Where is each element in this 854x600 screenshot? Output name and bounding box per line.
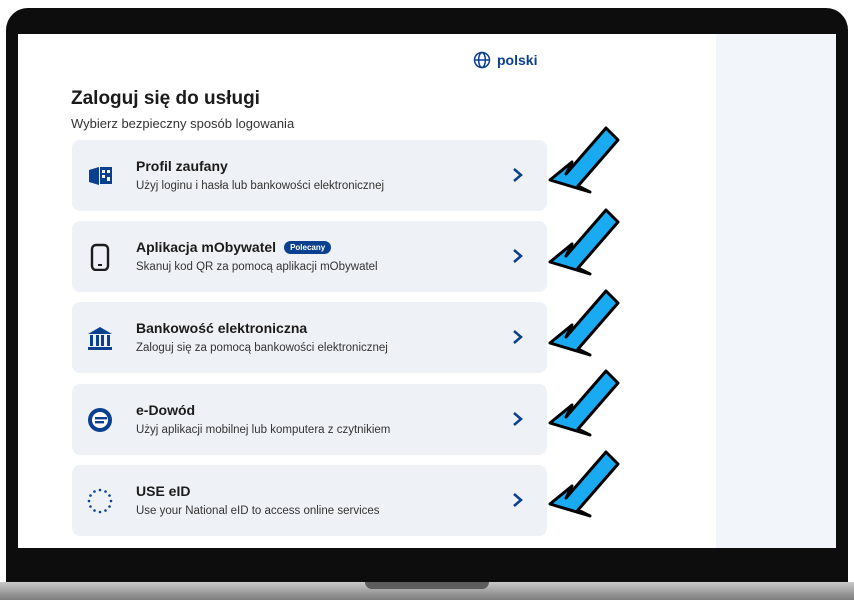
option-description: Zaloguj się za pomocą bankowości elektro… bbox=[136, 342, 388, 354]
option-description: Skanuj kod QR za pomocą aplikacji mObywa… bbox=[136, 261, 378, 273]
option-description: Use your National eID to access online s… bbox=[136, 505, 380, 517]
bank-icon bbox=[88, 327, 112, 350]
profil-zaufany-icon bbox=[89, 167, 112, 185]
chevron-right-icon bbox=[513, 493, 523, 507]
chevron-right-icon bbox=[513, 412, 523, 426]
chevron-right-icon bbox=[513, 168, 523, 182]
option-title: Profil zaufany bbox=[136, 158, 228, 174]
option-e-dowod[interactable]: e-Dowód Użyj aplikacji mobilnej lub komp… bbox=[72, 384, 547, 455]
option-bankowosc-elektroniczna[interactable]: Bankowość elektroniczna Zaloguj się za p… bbox=[72, 302, 547, 373]
phone-icon bbox=[90, 243, 110, 271]
side-panel bbox=[716, 34, 836, 548]
option-description: Użyj aplikacji mobilnej lub komputera z … bbox=[136, 424, 391, 436]
option-title: e-Dowód bbox=[136, 402, 196, 418]
option-profil-zaufany[interactable]: Profil zaufany Użyj loginu i hasła lub b… bbox=[72, 140, 547, 211]
chevron-right-icon bbox=[513, 249, 523, 263]
chevron-right-icon bbox=[513, 330, 523, 344]
option-use-eid[interactable]: USE eID Use your National eID to access … bbox=[72, 465, 547, 536]
globe-icon bbox=[473, 51, 491, 69]
option-aplikacja-mobywatel[interactable]: Aplikacja mObywatel Polecany Skanuj kod … bbox=[72, 221, 547, 292]
option-title: Bankowość elektroniczna bbox=[136, 320, 308, 336]
laptop-screen: polski Zaloguj się do usługi Wybierz bez… bbox=[18, 34, 836, 548]
recommended-badge: Polecany bbox=[284, 240, 332, 254]
e-dowod-icon bbox=[88, 408, 112, 432]
option-title: USE eID bbox=[136, 483, 191, 499]
language-label: polski bbox=[497, 52, 538, 68]
option-description: Użyj loginu i hasła lub bankowości elekt… bbox=[136, 180, 385, 192]
language-switcher[interactable]: polski bbox=[473, 51, 537, 69]
laptop-notch bbox=[365, 582, 489, 589]
page-subtitle: Wybierz bezpieczny sposób logowania bbox=[71, 116, 295, 131]
option-title: Aplikacja mObywatel Polecany bbox=[136, 239, 332, 255]
page-title: Zaloguj się do usługi bbox=[71, 88, 260, 109]
eu-stars-icon bbox=[87, 488, 113, 514]
